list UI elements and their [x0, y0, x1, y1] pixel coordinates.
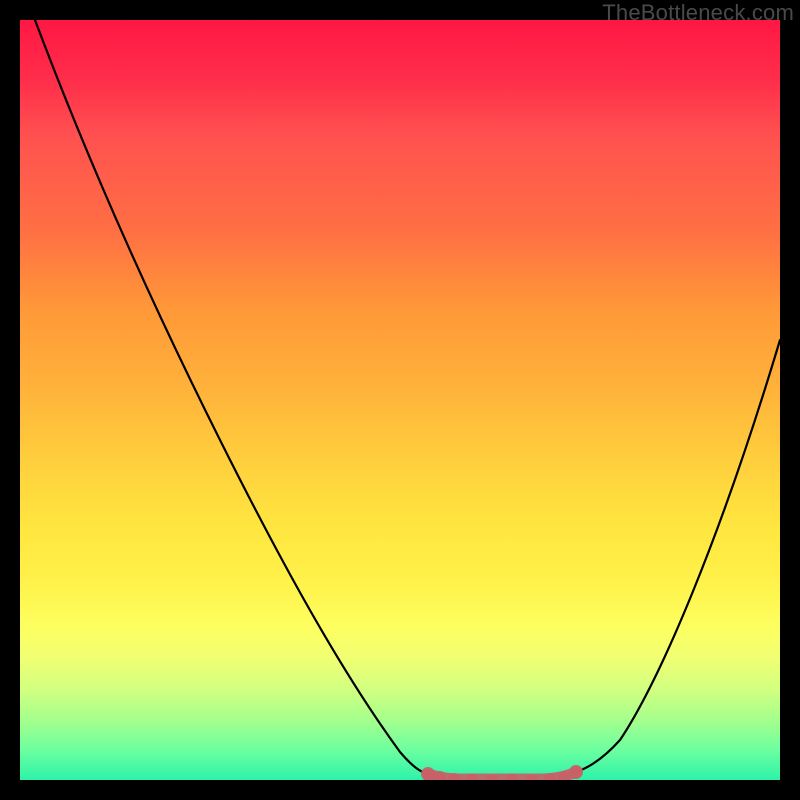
curve-left-branch [35, 20, 428, 774]
chart-frame: TheBottleneck.com [0, 0, 800, 800]
valley-highlight [421, 765, 583, 780]
chart-svg [20, 20, 780, 780]
valley-dot [569, 765, 583, 779]
watermark-text: TheBottleneck.com [602, 0, 794, 26]
curve-right-branch [576, 340, 780, 772]
valley-dot [421, 767, 435, 780]
